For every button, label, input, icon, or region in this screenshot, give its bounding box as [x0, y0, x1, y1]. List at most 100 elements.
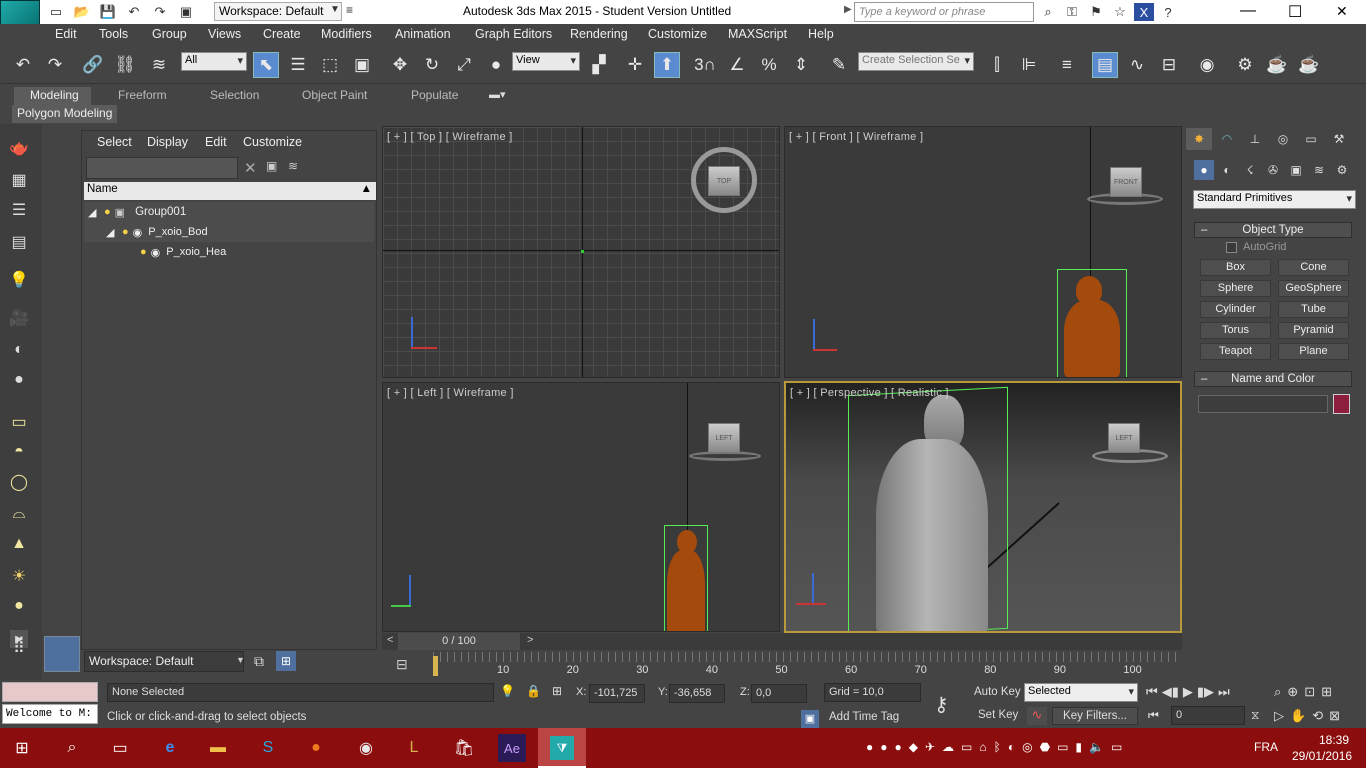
viewcube-left[interactable]: LEFT [708, 423, 740, 453]
z-coordinate-input[interactable]: 0,0 [751, 684, 807, 703]
layer-manager-icon[interactable]: ≡ [1054, 52, 1080, 78]
file-explorer-icon[interactable]: ▬ [204, 734, 232, 762]
exchange-apps-icon[interactable]: X [1134, 3, 1154, 21]
collapse-arrow-icon[interactable]: ◢ [106, 226, 120, 239]
hierarchy-tab-icon[interactable]: ⊥ [1242, 128, 1268, 150]
clear-search-icon[interactable]: ✕ [244, 159, 257, 177]
menu-create[interactable]: Create [263, 27, 301, 41]
reference-coordinate-select[interactable]: View [512, 52, 580, 71]
table-icon[interactable]: ▤ [6, 230, 32, 254]
redo-icon[interactable]: ↷ [42, 52, 68, 78]
render-frame-window-icon[interactable]: ☕ [1264, 52, 1290, 78]
viewport-label[interactable]: [ + ] [ Top ] [ Wireframe ] [387, 131, 513, 143]
league-icon[interactable]: L [400, 734, 428, 762]
plane-button[interactable]: Plane [1278, 343, 1349, 360]
object-color-swatch[interactable] [1333, 394, 1350, 414]
list-icon[interactable]: ☰ [6, 198, 32, 222]
auto-key-button[interactable]: Auto Key [974, 686, 1021, 698]
teapot-icon[interactable]: 🫖 [6, 136, 32, 160]
bowl-icon[interactable]: ⌓ [6, 502, 32, 526]
motion-tab-icon[interactable]: ◎ [1270, 128, 1296, 150]
sound-icon[interactable]: ◐ [6, 338, 32, 362]
firefox-icon[interactable]: ● [302, 734, 330, 762]
tree-item[interactable]: ● ◉ P_xoio_Hea [84, 242, 374, 262]
language-indicator[interactable]: FRA [1254, 740, 1278, 754]
scene-explorer-icon[interactable]: ▤ [1092, 52, 1118, 78]
viewport-label[interactable]: [ + ] [ Perspective ] [ Realistic ] [790, 387, 949, 399]
bind-space-warp-icon[interactable]: ≋ [146, 52, 172, 78]
key-mode-toggle-icon[interactable]: ⏮ [1148, 708, 1159, 723]
plane-icon[interactable]: ▭ [6, 410, 32, 434]
key-icon[interactable]: ⚿ [1062, 3, 1082, 21]
customize-quick-access-icon[interactable]: ≡ [346, 3, 353, 17]
dome-icon[interactable]: ◓ [6, 440, 32, 464]
category-select[interactable]: Standard Primitives [1193, 190, 1356, 209]
scene-menu-select[interactable]: Select [97, 135, 132, 149]
menu-edit[interactable]: Edit [55, 27, 77, 41]
object-name-input[interactable] [1198, 395, 1328, 413]
zoom-icon[interactable]: ⌕ [1274, 684, 1281, 700]
tray-icon[interactable]: ⌂ [979, 740, 986, 754]
store-icon[interactable]: 🛍 [450, 734, 478, 762]
tab-freeform[interactable]: Freeform [112, 87, 173, 105]
menu-customize[interactable]: Customize [648, 27, 707, 41]
sun-icon[interactable]: ☀ [6, 564, 32, 588]
time-tag-icon[interactable]: ▣ [801, 710, 819, 728]
light-icon[interactable]: 💡 [6, 268, 32, 292]
chrome-icon[interactable]: ◉ [352, 734, 380, 762]
visibility-bulb-icon[interactable]: ● [122, 226, 129, 238]
menu-rendering[interactable]: Rendering [570, 27, 628, 41]
layers-icon[interactable]: ⧉ [254, 653, 264, 670]
visibility-bulb-icon[interactable]: ● [104, 206, 111, 218]
redo-icon[interactable]: ↷ [150, 3, 170, 21]
isolate-icon[interactable]: 💡 [500, 684, 515, 698]
favorites-star-icon[interactable]: ☆ [1110, 3, 1130, 21]
filter-icon[interactable]: ≋ [288, 159, 298, 173]
tray-icon[interactable]: ✈ [925, 740, 935, 754]
curve-editor-icon[interactable]: ∿ [1124, 52, 1150, 78]
chat-icon[interactable]: ▭ [1111, 740, 1122, 754]
maxscript-listener-input[interactable]: Welcome to M: [2, 704, 98, 724]
after-effects-icon[interactable]: Ae [498, 734, 526, 762]
key-tangents-icon[interactable]: ∿ [1027, 707, 1047, 725]
tray-icon[interactable]: ● [880, 740, 887, 754]
schematic-view-icon[interactable]: ⊟ [1156, 52, 1182, 78]
zoom-extents-all-icon[interactable]: ⊞ [1321, 684, 1332, 700]
maximize-button[interactable]: ☐ [1288, 2, 1302, 22]
time-configuration-icon[interactable]: ⧖ [1251, 708, 1259, 723]
search-icon[interactable]: ⌕ [58, 734, 86, 762]
add-time-tag-button[interactable]: Add Time Tag [829, 711, 899, 723]
close-button[interactable]: ✕ [1336, 3, 1348, 20]
rollout-object-type[interactable]: – Object Type [1194, 222, 1352, 238]
scene-workspace-select[interactable]: Workspace: Default [84, 651, 244, 672]
place-icon[interactable]: ● [483, 52, 509, 78]
y-coordinate-input[interactable]: -36,658 [669, 684, 725, 703]
viewport-left[interactable]: [ + ] [ Left ] [ Wireframe ] LEFT [382, 382, 780, 632]
named-selection-set-select[interactable]: Create Selection Se [858, 52, 974, 71]
select-object-icon[interactable]: ⬉ [253, 52, 279, 78]
snaps-toggle-icon[interactable]: 3 ∩ [692, 52, 718, 78]
viewport-layout-icon[interactable] [44, 636, 80, 672]
field-of-view-icon[interactable]: ▷ [1274, 708, 1284, 724]
collapse-arrow-icon[interactable]: ◢ [88, 206, 102, 219]
go-to-start-icon[interactable]: ⏮ [1146, 684, 1158, 700]
bluetooth-icon[interactable]: ᛒ [994, 740, 1001, 754]
spinner-snap-icon[interactable]: ⇕ [788, 52, 814, 78]
next-frame-button-icon[interactable]: ▮▶ [1197, 684, 1214, 700]
camera-icon[interactable]: 🎥 [6, 306, 32, 330]
box-button[interactable]: Box [1200, 259, 1271, 276]
select-manipulate-icon[interactable]: ✛ [622, 52, 648, 78]
display-tab-icon[interactable]: ▭ [1298, 128, 1324, 150]
window-crossing-icon[interactable]: ▣ [349, 52, 375, 78]
unlink-icon[interactable]: ⛓ [112, 52, 138, 78]
key-filters-button[interactable]: Key Filters... [1052, 707, 1138, 725]
undo-icon[interactable]: ↶ [124, 3, 144, 21]
tab-modeling[interactable]: Modeling [14, 87, 92, 105]
skype-icon[interactable]: S [254, 734, 282, 762]
orbit-icon[interactable]: ⟲ [1312, 708, 1323, 724]
select-and-link-icon[interactable]: 🔗 [80, 52, 106, 78]
track-bar-icon[interactable]: ⊟ [396, 656, 408, 673]
space-warps-icon[interactable]: ≋ [1309, 160, 1329, 180]
x-coordinate-input[interactable]: -101,725 [589, 684, 645, 703]
menu-graph-editors[interactable]: Graph Editors [475, 27, 552, 41]
